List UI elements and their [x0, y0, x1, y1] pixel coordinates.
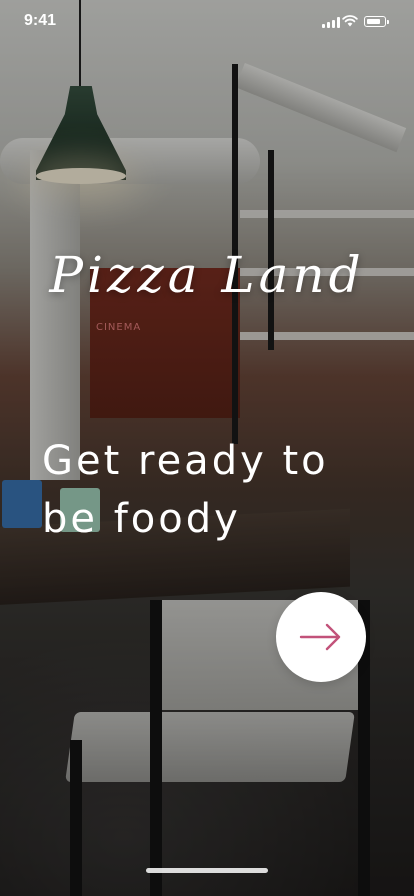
brand-logo: Pizza Land [49, 246, 365, 304]
headline: Get ready to be foody [42, 432, 402, 548]
home-indicator[interactable] [146, 868, 268, 873]
status-bar: 9:41 [0, 0, 414, 44]
battery-level [366, 18, 381, 24]
cellular-signal-icon [322, 17, 340, 28]
wifi-icon [342, 15, 358, 27]
headline-line-1: Get ready to [42, 438, 329, 484]
arrow-right-icon [299, 623, 341, 651]
next-button[interactable] [276, 592, 366, 682]
battery-icon [364, 16, 389, 27]
headline-line-2: be foody [42, 496, 241, 542]
onboarding-screen: CINEMA 9:41 Pizza Land Get ready to be f… [0, 0, 414, 896]
status-time: 9:41 [24, 12, 57, 29]
